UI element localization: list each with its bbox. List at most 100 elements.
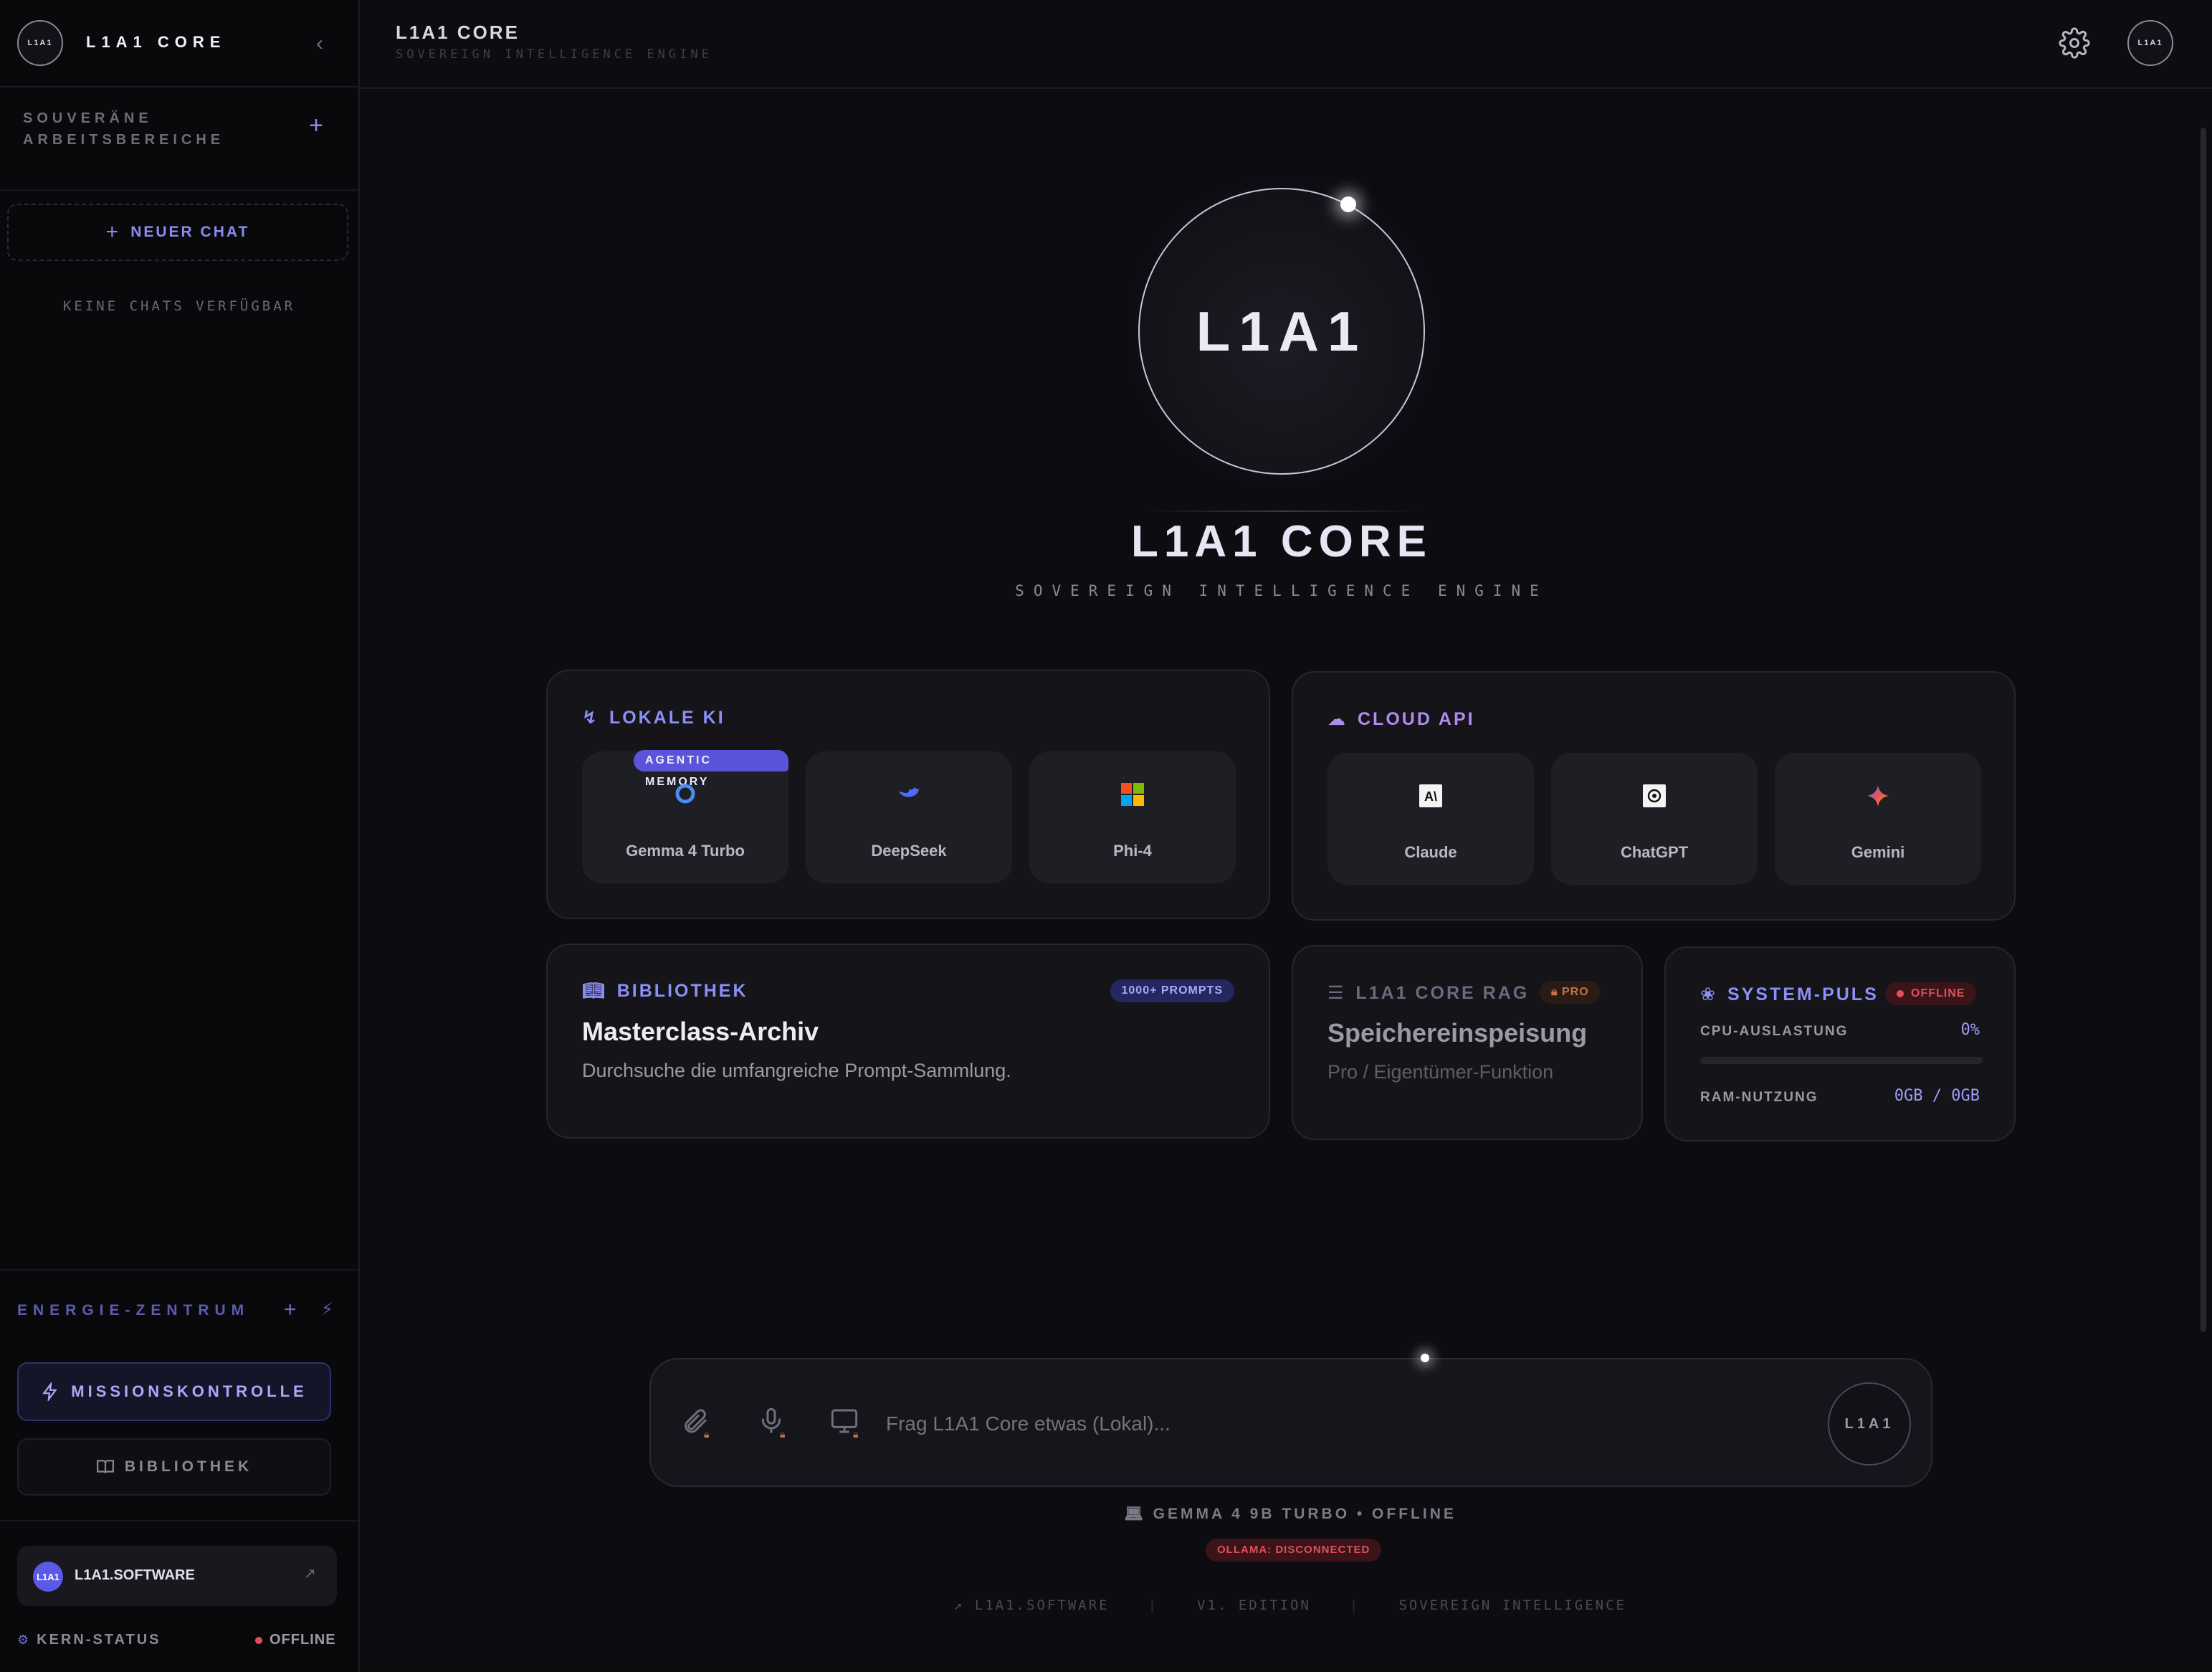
bolt-icon[interactable]: ⚡︎	[321, 1299, 333, 1320]
openai-icon	[1551, 784, 1758, 813]
system-pulse-label: SYSTEM-PULS	[1727, 984, 1879, 1004]
ram-label: RAM-NUTZUNG	[1700, 1090, 1818, 1105]
model-name: Claude	[1404, 843, 1457, 861]
model-gemini[interactable]: Gemini	[1775, 753, 1981, 885]
model-claude[interactable]: A\ Claude	[1327, 753, 1534, 885]
page-subtitle: SOVEREIGN INTELLIGENCE ENGINE	[396, 47, 712, 62]
bolt-icon: ↯	[582, 708, 599, 728]
offline-badge: OFFLINE	[1885, 982, 1977, 1005]
model-status: 💻︎ GEMMA 4 9B TURBO • OFFLINE	[932, 1506, 1649, 1523]
logo-icon[interactable]: L1A1	[17, 20, 63, 66]
model-deepseek[interactable]: DeepSeek	[806, 751, 1012, 883]
cpu-icon: ⚙	[17, 1633, 32, 1647]
footer-sovereign: SOVEREIGN INTELLIGENCE	[1398, 1597, 1627, 1613]
software-avatar: L1A1	[33, 1562, 63, 1592]
screen-share-icon[interactable]: 🔒︎	[829, 1407, 860, 1440]
hero-orb: L1A1	[1138, 188, 1425, 475]
model-name: DeepSeek	[871, 842, 947, 860]
energy-add-button[interactable]: +	[284, 1298, 297, 1322]
kern-status-value: OFFLINE	[255, 1632, 336, 1648]
software-link[interactable]: L1A1 L1A1.SOFTWARE ↗	[17, 1546, 337, 1606]
lock-icon: 🔒︎	[780, 1428, 786, 1440]
library-description: Durchsuche die umfangreiche Prompt-Samml…	[582, 1060, 1011, 1081]
library-card-label: BIBLIOTHEK	[616, 981, 748, 1001]
book-icon	[96, 1460, 114, 1473]
microsoft-logo-icon	[1029, 783, 1236, 812]
mission-control-button[interactable]: MISSIONSKONTROLLE	[17, 1362, 331, 1421]
send-button[interactable]: L1A1	[1828, 1382, 1911, 1466]
ram-value: 0GB / 0GB	[1894, 1087, 1980, 1105]
model-name: Gemma 4 Turbo	[626, 842, 745, 860]
model-phi[interactable]: Phi-4	[1029, 751, 1236, 883]
chat-input-bar: 🔒︎ 🔒︎ 🔒︎ L1A1	[649, 1358, 1932, 1487]
lock-icon: 🔒︎	[704, 1428, 710, 1440]
kern-label-text: KERN-STATUS	[37, 1632, 161, 1648]
divider	[0, 189, 358, 191]
anthropic-icon: A\	[1327, 784, 1534, 813]
pro-badge: 🔒︎ PRO	[1540, 981, 1601, 1004]
rag-title: Speichereinspeisung	[1327, 1018, 1588, 1048]
footer-edition: V1. EDITION	[1197, 1597, 1311, 1613]
library-card[interactable]: 📖︎ BIBLIOTHEK 1000+ PROMPTS Masterclass-A…	[546, 944, 1270, 1139]
database-icon: ☰	[1327, 983, 1346, 1003]
gear-icon[interactable]	[2059, 27, 2090, 59]
divider	[0, 1520, 358, 1521]
ollama-status-badge: OLLAMA: DISCONNECTED	[1206, 1539, 1382, 1562]
offline-badge-text: OFFLINE	[1911, 987, 1965, 999]
model-name: Phi-4	[1113, 842, 1152, 860]
rag-label: L1A1 CORE RAG	[1355, 983, 1530, 1003]
model-chatgpt[interactable]: ChatGPT	[1551, 753, 1758, 885]
sidebar-brand: L1A1 CORE	[86, 33, 227, 51]
sidebar: L1A1 L1A1 CORE ‹ SOUVERÄNE ARBEITSBEREIC…	[0, 0, 360, 1672]
cpu-label: CPU-AUSLASTUNG	[1700, 1024, 1849, 1039]
hero-subtitle: SOVEREIGN INTELLIGENCE ENGINE	[1015, 582, 1548, 599]
attach-icon[interactable]: 🔒︎	[680, 1407, 711, 1440]
new-chat-label: NEUER CHAT	[130, 224, 250, 240]
workspaces-title: SOUVERÄNE ARBEITSBEREICHE	[23, 110, 225, 148]
status-dot	[1897, 989, 1904, 997]
user-avatar[interactable]: L1A1	[2127, 20, 2173, 66]
hero-divider	[1147, 510, 1419, 512]
mission-control-label: MISSIONSKONTROLLE	[71, 1382, 308, 1400]
footer-link-software[interactable]: ↗ L1A1.SOFTWARE	[954, 1597, 1110, 1613]
rag-card[interactable]: ☰ L1A1 CORE RAG 🔒︎ PRO Speichereinspeisun…	[1292, 945, 1643, 1140]
model-name: ChatGPT	[1620, 843, 1689, 861]
cpu-usage-bar	[1700, 1057, 1983, 1064]
kern-status-text: OFFLINE	[270, 1632, 336, 1648]
cloud-api-title: CLOUD API	[1358, 709, 1475, 729]
model-status-text: GEMMA 4 9B TURBO • OFFLINE	[1153, 1506, 1457, 1522]
collapse-sidebar-icon[interactable]: ‹	[310, 30, 330, 57]
book-icon: 📖︎	[582, 981, 607, 1001]
new-chat-button[interactable]: + NEUER CHAT	[7, 204, 348, 261]
local-ai-header: ↯ LOKALE KI	[582, 707, 725, 728]
library-title: Masterclass-Archiv	[582, 1017, 819, 1046]
chat-input[interactable]	[886, 1412, 1803, 1435]
library-button[interactable]: BIBLIOTHEK	[17, 1438, 331, 1496]
model-gemma[interactable]: AGENTIC MEMORY Gemma 4 Turbo	[582, 750, 788, 883]
app-root: L1A1 L1A1 CORE ‹ SOUVERÄNE ARBEITSBEREIC…	[0, 0, 2212, 1672]
no-chats-text: KEINE CHATS VERFÜGBAR	[62, 298, 296, 314]
svg-text:A\: A\	[1424, 789, 1437, 804]
local-ai-card: ↯ LOKALE KI AGENTIC MEMORY Gemma 4 Turbo …	[546, 670, 1270, 919]
external-link-icon: ↗	[304, 1566, 316, 1582]
topbar: L1A1 CORE SOVEREIGN INTELLIGENCE ENGINE …	[360, 0, 2212, 89]
library-label: BIBLIOTHEK	[124, 1458, 253, 1475]
hero-title: L1A1 CORE	[1131, 517, 1432, 566]
cloud-api-header: ☁︎ CLOUD API	[1327, 708, 1475, 730]
energy-center-title: ENERGIE-ZENTRUM	[17, 1302, 250, 1319]
status-dot	[255, 1636, 262, 1644]
add-workspace-button[interactable]: +	[305, 113, 327, 138]
monitor-icon: 💻︎	[1124, 1506, 1146, 1522]
separator: |	[1148, 1597, 1159, 1613]
prompts-badge: 1000+ PROMPTS	[1110, 979, 1234, 1002]
footer-software-text: L1A1.SOFTWARE	[974, 1597, 1110, 1613]
footer: ↗ L1A1.SOFTWARE | V1. EDITION | SOVEREIG…	[932, 1597, 1649, 1613]
scrollbar[interactable]	[2201, 128, 2206, 1332]
system-pulse-header: ❀ SYSTEM-PULS	[1700, 984, 1879, 1005]
cpu-value: 0%	[1960, 1021, 1980, 1039]
orb-spark	[1340, 196, 1356, 212]
library-header: 📖︎ BIBLIOTHEK	[582, 981, 748, 1002]
cloud-api-card: ☁︎ CLOUD API A\ Claude ChatGPT Gemini	[1292, 671, 2016, 921]
cloud-icon: ☁︎	[1327, 709, 1348, 729]
microphone-icon[interactable]: 🔒︎	[755, 1407, 787, 1440]
